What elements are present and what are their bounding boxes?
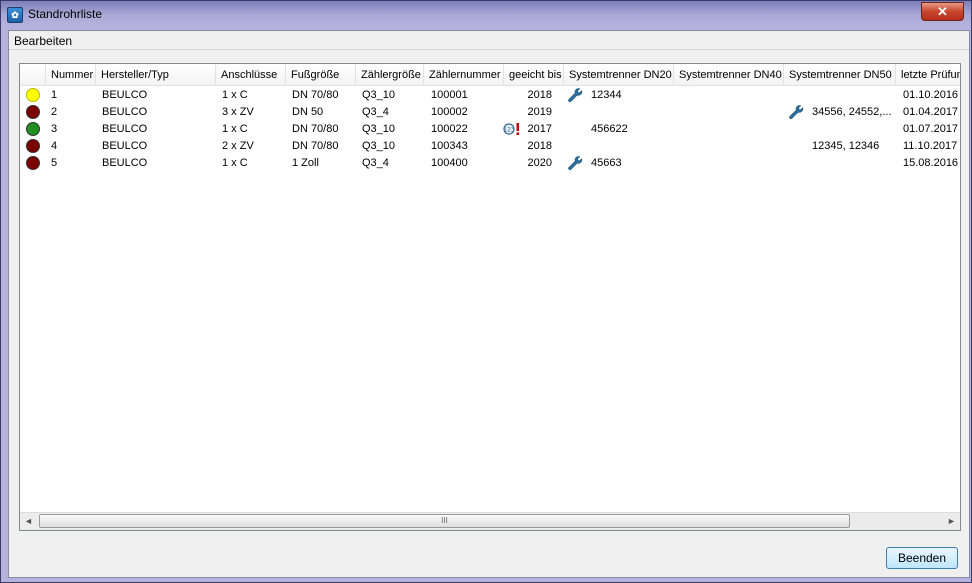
table-row[interactable]: 3 BEULCO 1 x C DN 70/80 Q3_10 100022 2017 45662… (20, 121, 960, 138)
cell-dn40 (680, 87, 780, 104)
cell-nummer: 5 (51, 157, 58, 169)
horizontal-scrollbar[interactable]: ◄ III ► (20, 512, 960, 530)
menu-item-bearbeiten[interactable]: Bearbeiten (14, 34, 72, 48)
cell-zaehlergroesse: Q3_10 (362, 123, 396, 135)
cell-hersteller: BEULCO (102, 89, 148, 101)
table-row[interactable]: 1 BEULCO 1 x C DN 70/80 Q3_10 100001 2018 12344… (20, 87, 960, 104)
wrench-icon[interactable] (788, 104, 806, 121)
cell-nummer: 4 (51, 140, 58, 152)
column-header-col-pruefung[interactable]: letzte Prüfung (896, 64, 960, 86)
column-header-col-dn50[interactable]: Systemtrenner DN50 (784, 64, 896, 86)
client-area: Bearbeiten Nummer Hersteller/Typ Anschlüss… (8, 30, 970, 578)
cell-dn50: 12345, 12346 (812, 140, 880, 152)
cell-anschluesse: 2 x ZV (222, 140, 254, 152)
cell-pruefung: 11.10.2017 (903, 140, 958, 152)
cell-fussgroesse: DN 70/80 (292, 123, 339, 135)
scroll-left-arrow-icon[interactable]: ◄ (20, 513, 37, 530)
cell-geeicht: 2018 (527, 140, 552, 152)
dialog-window: ✿ Standrohrliste ✕ Bearbeiten Nummer Hers… (0, 0, 972, 583)
cell-dn40 (680, 155, 780, 172)
cell-nummer: 3 (51, 123, 58, 135)
cell-dn50 (812, 87, 892, 104)
status-dot-icon (26, 122, 40, 136)
cell-zaehlergroesse: Q3_4 (362, 106, 389, 118)
table-row[interactable]: 4 BEULCO 2 x ZV DN 70/80 Q3_10 100343 2018 1234… (20, 138, 960, 155)
column-header-col-zaehlergroesse[interactable]: Zählergröße (356, 64, 424, 86)
cell-fussgroesse: DN 50 (292, 106, 324, 118)
cell-hersteller: BEULCO (102, 123, 148, 135)
cell-dn40 (680, 121, 780, 138)
cell-pruefung: 01.04.2017 (903, 106, 959, 118)
cell-dn40 (680, 138, 780, 155)
cell-anschluesse: 1 x C (222, 157, 248, 169)
menu-bar: Bearbeiten (9, 31, 969, 50)
svg-text:123: 123 (503, 127, 515, 134)
cell-pruefung: 01.10.2016 (903, 89, 959, 101)
cell-zaehlergroesse: Q3_10 (362, 89, 396, 101)
column-header-col-anschluesse[interactable]: Anschlüsse (216, 64, 286, 86)
cell-hersteller: BEULCO (102, 140, 148, 152)
scroll-thumb[interactable]: III (39, 514, 850, 528)
app-icon: ✿ (7, 7, 23, 23)
column-header-col-fussgroesse[interactable]: Fußgröße (286, 64, 356, 86)
column-header-col-geeicht[interactable]: geeicht bis (504, 64, 564, 86)
cell-hersteller: BEULCO (102, 106, 148, 118)
cell-nummer: 1 (51, 89, 58, 101)
cell-fussgroesse: 1 Zoll (292, 157, 319, 169)
cell-fussgroesse: DN 70/80 (292, 89, 339, 101)
cell-dn40 (680, 104, 780, 121)
wrench-icon[interactable] (567, 87, 585, 104)
cell-zaehlernummer: 100400 (431, 157, 468, 169)
cell-dn20: 456622 (591, 123, 628, 135)
cell-zaehlernummer: 100022 (431, 123, 468, 135)
status-dot-icon (26, 88, 40, 102)
column-header-col-dn40[interactable]: Systemtrenner DN40 (674, 64, 784, 86)
status-dot-icon (26, 105, 40, 119)
cell-zaehlernummer: 100343 (431, 140, 468, 152)
wrench-icon[interactable] (567, 155, 585, 172)
cell-geeicht: 2018 (527, 89, 552, 101)
cell-geeicht: 2019 (527, 106, 552, 118)
scroll-right-arrow-icon[interactable]: ► (943, 513, 960, 530)
cell-pruefung: 15.08.2016 (903, 157, 959, 169)
cell-dn50 (812, 155, 892, 172)
cell-hersteller: BEULCO (102, 157, 148, 169)
cell-zaehlergroesse: Q3_10 (362, 140, 396, 152)
beenden-button[interactable]: Beenden (886, 547, 958, 569)
meter-warning-icon: 123 (503, 122, 521, 139)
status-dot-icon (26, 139, 40, 153)
standrohr-table[interactable]: Nummer Hersteller/Typ Anschlüsse Fußgröße Zä… (19, 63, 961, 531)
cell-zaehlernummer: 100002 (431, 106, 468, 118)
cell-zaehlergroesse: Q3_4 (362, 157, 389, 169)
window-title: Standrohrliste (28, 7, 103, 21)
table-header-row: Nummer Hersteller/Typ Anschlüsse Fußgröße Zä… (20, 64, 960, 86)
status-dot-icon (26, 156, 40, 170)
column-header-col-zaehlernummer[interactable]: Zählernummer (424, 64, 504, 86)
cell-zaehlernummer: 100001 (431, 89, 468, 101)
column-header-col-nummer[interactable]: Nummer (46, 64, 96, 86)
close-window-button[interactable]: ✕ (921, 2, 964, 21)
cell-nummer: 2 (51, 106, 58, 118)
cell-pruefung: 01.07.2017 (903, 123, 959, 135)
cell-fussgroesse: DN 70/80 (292, 140, 339, 152)
table-row[interactable]: 2 BEULCO 3 x ZV DN 50 Q3_4 100002 2019 34556, 2… (20, 104, 960, 121)
cell-dn20: 12344 (591, 89, 622, 101)
cell-dn50 (812, 121, 892, 138)
column-header-col-hersteller[interactable]: Hersteller/Typ (96, 64, 216, 86)
column-header-col-status[interactable] (20, 64, 46, 86)
cell-anschluesse: 1 x C (222, 89, 248, 101)
table-row[interactable]: 5 BEULCO 1 x C 1 Zoll Q3_4 100400 2020 45663 15.… (20, 155, 960, 172)
cell-geeicht: 2020 (527, 157, 552, 169)
cell-dn20 (591, 104, 671, 121)
cell-anschluesse: 3 x ZV (222, 106, 254, 118)
cell-anschluesse: 1 x C (222, 123, 248, 135)
cell-dn20: 45663 (591, 157, 622, 169)
title-bar[interactable]: ✿ Standrohrliste ✕ (1, 1, 971, 29)
cell-dn20 (591, 138, 671, 155)
column-header-col-dn20[interactable]: Systemtrenner DN20 (564, 64, 674, 86)
cell-dn50: 34556, 24552,... (812, 106, 892, 118)
